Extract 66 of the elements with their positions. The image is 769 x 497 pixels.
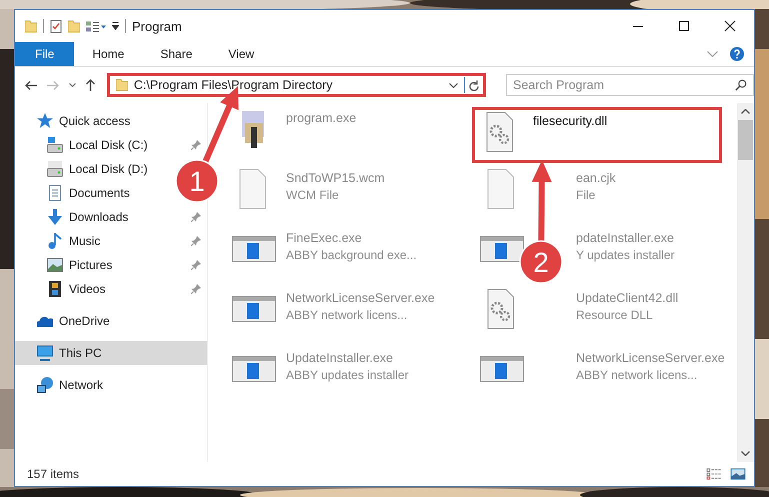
file-type: ABBY network licens...	[576, 368, 698, 382]
nav-item[interactable]: Local Disk (D:)	[15, 157, 154, 181]
nav-item[interactable]: Music	[15, 229, 207, 253]
number-badge: 1	[175, 159, 219, 203]
view-icon[interactable]	[86, 20, 106, 32]
pin-icon[interactable]	[191, 140, 201, 150]
maximize-icon[interactable]	[678, 20, 690, 32]
ribbon-tab[interactable]: Share	[142, 42, 210, 66]
star-icon	[37, 113, 53, 129]
dropdown-icon[interactable]	[449, 82, 458, 88]
file-type: ABBY network licens...	[286, 308, 408, 322]
drive-icon	[47, 161, 63, 177]
properties-icon[interactable]	[50, 20, 62, 32]
recent-locations-icon[interactable]	[68, 83, 76, 87]
file-type: Resource DLL	[576, 308, 654, 322]
details-view-icon[interactable]	[706, 468, 722, 480]
nav-item[interactable]: OneDrive	[15, 309, 116, 333]
ribbon-tab[interactable]: Home	[74, 42, 142, 66]
film-icon	[47, 281, 63, 297]
scroll-thumb[interactable]	[738, 120, 753, 160]
nav-item[interactable]: Downloads	[15, 205, 207, 229]
thumbnail-view-icon[interactable]	[730, 468, 746, 480]
pin-icon[interactable]	[191, 284, 201, 294]
ribbon-tab[interactable]: View	[210, 42, 272, 66]
folder-icon	[116, 79, 128, 91]
nav-item[interactable]: Pictures	[15, 253, 207, 277]
address-path: C:\Program Files\Program Directory	[134, 78, 334, 92]
close-icon[interactable]	[724, 20, 736, 32]
item-count: 157 items	[27, 467, 80, 481]
nav-item[interactable]: Local Disk (C:)	[15, 133, 207, 157]
scroll-up-icon[interactable]	[741, 109, 750, 114]
file-type: ABBY background exe...	[286, 248, 417, 262]
file-name[interactable]: filesecurity.dll	[533, 114, 608, 128]
address-bar[interactable]: C:\Program Files\Program Directory	[106, 73, 486, 97]
up-icon[interactable]	[86, 79, 95, 91]
document-icon	[47, 185, 63, 201]
file-type: Y updates installer	[576, 248, 675, 262]
nav-item[interactable]: This PC	[15, 341, 207, 365]
music-note-icon	[47, 233, 63, 249]
nav-item[interactable]: Quick access	[15, 109, 136, 133]
back-icon[interactable]	[25, 80, 37, 90]
help-icon[interactable]	[730, 47, 744, 61]
number-badge: 2	[519, 240, 563, 284]
network-icon	[37, 377, 53, 393]
picture-icon	[47, 257, 63, 273]
nav-item[interactable]: Documents	[15, 181, 136, 205]
nav-item[interactable]: Network	[15, 373, 110, 397]
pin-icon[interactable]	[191, 236, 201, 246]
file-type: File	[576, 188, 596, 202]
pin-icon[interactable]	[191, 260, 201, 270]
download-icon	[47, 209, 63, 225]
expand-ribbon-icon[interactable]	[707, 51, 718, 57]
search-field[interactable]: Search Program	[506, 74, 754, 96]
scroll-down-icon[interactable]	[741, 451, 750, 456]
monitor-icon	[37, 345, 53, 361]
drive-icon	[47, 137, 63, 153]
search-icon	[735, 79, 747, 91]
dropdown-icon[interactable]	[112, 22, 119, 30]
scrollbar[interactable]	[737, 103, 754, 462]
window-title: Program	[132, 18, 182, 34]
refresh-icon[interactable]	[469, 80, 479, 90]
file-type: ABBY updates installer	[286, 368, 409, 382]
pin-icon[interactable]	[191, 212, 201, 222]
file-type: WCM File	[286, 188, 340, 202]
nav-item[interactable]: Videos	[15, 277, 207, 301]
ribbon-tab[interactable]: File	[15, 42, 74, 66]
